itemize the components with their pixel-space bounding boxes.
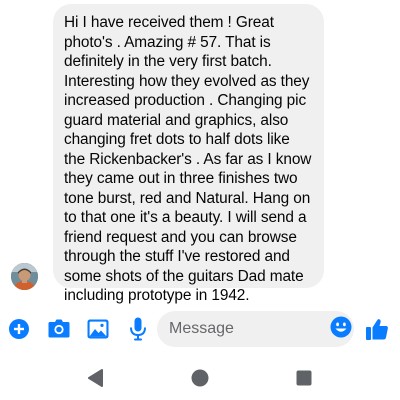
message-line: the Rickenbacker's . As far as I know — [64, 150, 312, 168]
home-circle-icon[interactable] — [188, 366, 212, 390]
message-line: definitely in the very first batch. — [64, 53, 272, 70]
thumbs-up-icon[interactable] — [364, 316, 390, 342]
microphone-icon[interactable] — [125, 316, 151, 342]
camera-icon[interactable] — [46, 316, 72, 342]
message-bubble[interactable]: Hi I have received them ! Great photo's … — [53, 4, 324, 304]
image-icon[interactable] — [85, 316, 111, 342]
message-line: they came out in three finishes two — [64, 170, 298, 187]
message-line: changing fret dots to half dots like — [64, 131, 290, 148]
message-line: increased production . Changing pic — [64, 92, 307, 109]
plus-circle-icon[interactable] — [6, 316, 32, 342]
composer-bar — [0, 308, 400, 350]
chat-screen: Hi I have received them ! Great photo's … — [0, 0, 400, 400]
message-line: some shots of the guitars Dad mate — [64, 267, 304, 285]
message-line: tone burst, red and Natural. Hang on — [64, 189, 311, 207]
message-input[interactable] — [169, 320, 309, 338]
message-line: to that one it's a beauty. I will send a — [64, 209, 307, 226]
message-line: guard material and graphics, also — [64, 111, 289, 129]
back-triangle-icon[interactable] — [84, 366, 108, 390]
sender-avatar[interactable] — [11, 263, 38, 290]
message-field[interactable] — [157, 311, 354, 347]
message-line: Hi I have received them ! Great — [64, 14, 274, 31]
message-line: through the stuff I've restored and — [64, 248, 290, 265]
message-line: friend request and you can browse — [64, 228, 297, 246]
message-line: photo's . Amazing # 57. That is — [64, 33, 271, 51]
emoji-icon[interactable] — [330, 316, 352, 338]
system-nav-bar — [0, 358, 400, 398]
recents-square-icon[interactable] — [292, 366, 316, 390]
message-line: including prototype in 1942. — [64, 287, 250, 304]
message-line: Interesting how they evolved as they — [64, 72, 310, 90]
avatar-photo — [11, 263, 38, 290]
